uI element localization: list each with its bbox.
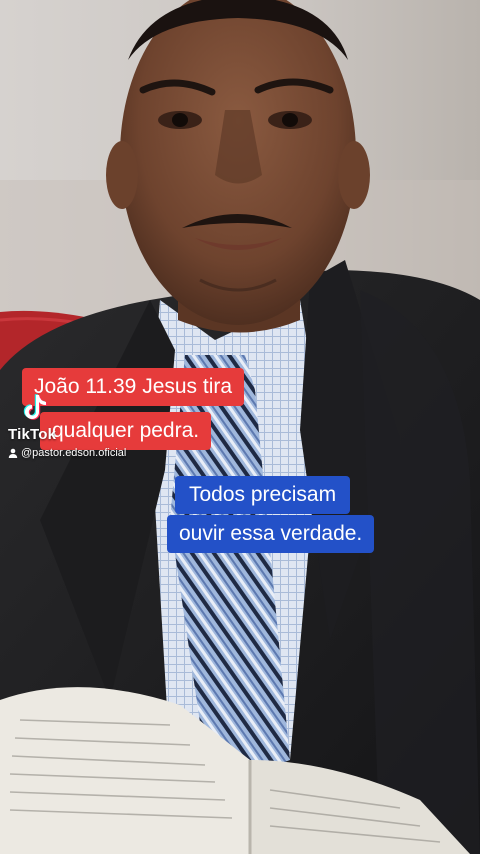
caption-blue-line-1: Todos precisam bbox=[175, 476, 351, 514]
tiktok-note-icon bbox=[23, 394, 48, 420]
tiktok-username: @pastor.edson.oficial bbox=[8, 447, 126, 459]
tiktok-brand-label: TikTok bbox=[8, 426, 57, 443]
caption-red-line-2: qualquer pedra. bbox=[40, 412, 212, 450]
person-icon bbox=[8, 448, 18, 458]
caption-blue-line-2: ouvir essa verdade. bbox=[167, 515, 375, 553]
tiktok-username-text: @pastor.edson.oficial bbox=[21, 447, 127, 459]
video-frame: João 11.39 Jesus tira qualquer pedra. To… bbox=[0, 0, 480, 854]
caption-red-line-1: João 11.39 Jesus tira bbox=[22, 368, 245, 406]
